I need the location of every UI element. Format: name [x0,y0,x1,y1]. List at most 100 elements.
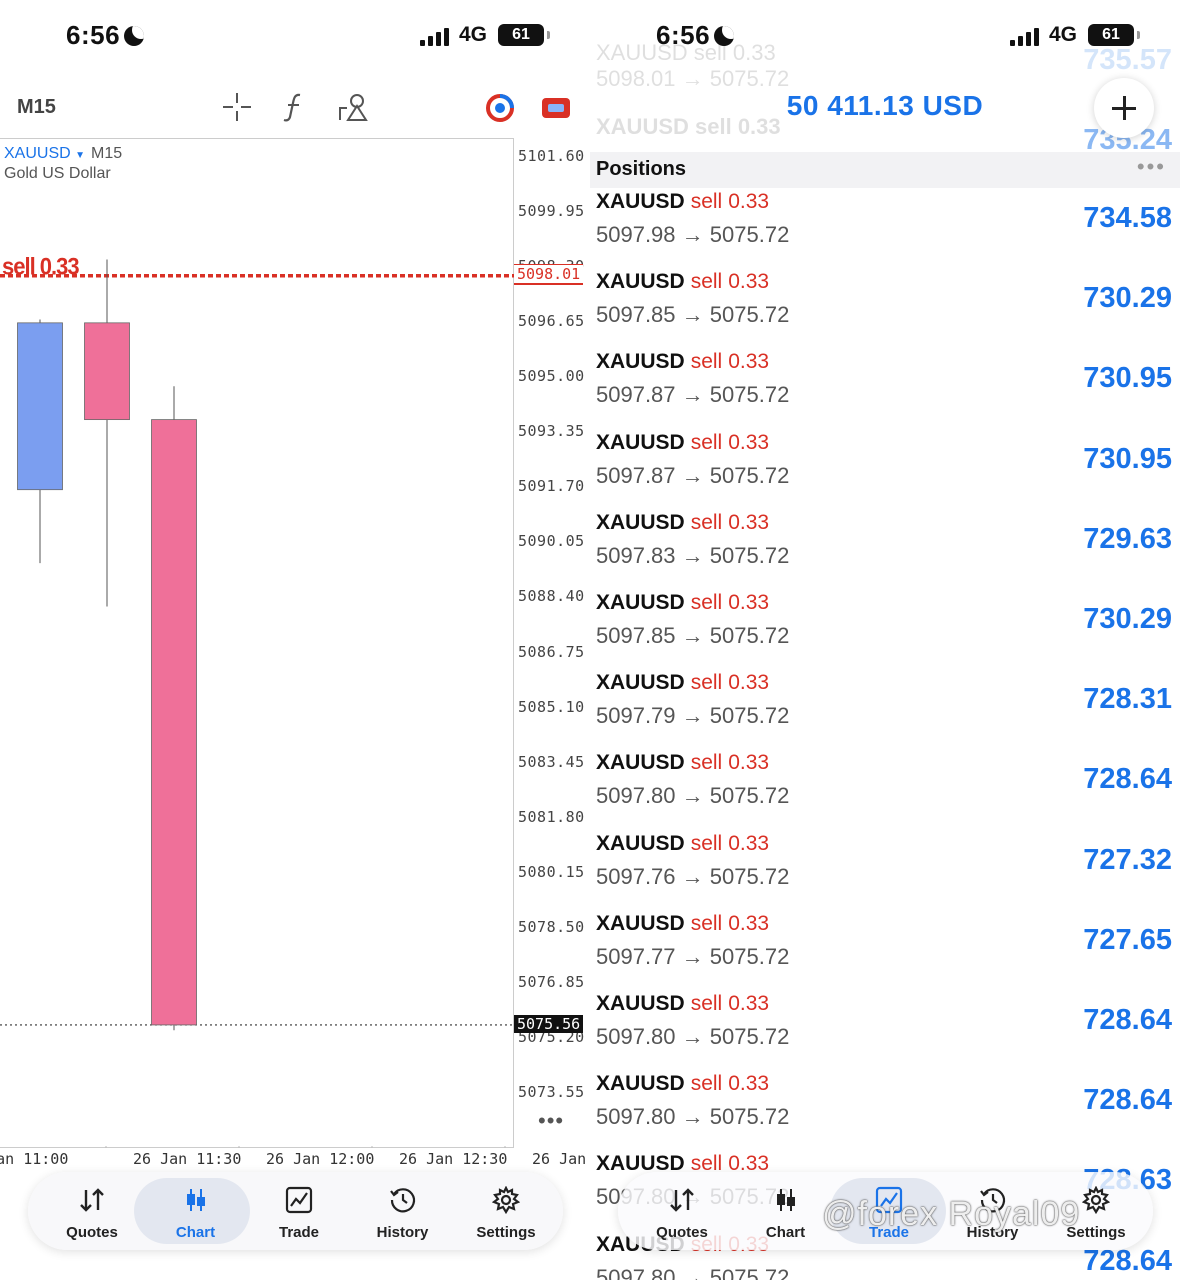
position-current-price: 5075.72 [709,1264,790,1280]
current-price-label: 5075.56 [514,1014,584,1033]
position-current-price: 5075.72 [709,863,790,889]
positions-more-button[interactable]: ••• [1137,154,1166,180]
position-side: sell [690,270,723,294]
nav-chart[interactable]: Chart [146,1172,246,1250]
position-profit: 730.95 [1083,362,1172,395]
position-row[interactable]: XAUUSDsell0.33 5097.80 → 5075.72 728.64 [590,992,1180,1072]
position-title: XAUUSDsell0.33 [596,190,769,214]
position-row[interactable]: XAUUSD sell 0.33 5097.87 → 5075.72 730.95 [590,350,1180,430]
position-prices: 5097.98 → 5075.72 [596,222,789,248]
position-open-price: 5097.79 [596,703,676,729]
nav-label: Trade [278,1224,320,1241]
order-line-label[interactable]: sell 0.33 [2,252,80,281]
y-tick-label: 5088.40 [518,587,585,606]
nav-trade[interactable]: Trade [249,1172,349,1250]
history-clock-icon [389,1186,417,1214]
position-title: XAUUSDsell0.33 [596,751,769,775]
position-row[interactable]: XAUUSD sell 0.33 5097.77 → 5075.72 727.65 [590,912,1180,992]
arrow-right-icon: → [681,542,704,568]
position-title: XAUUSDsell0.33 [596,511,769,535]
position-current-price: 5075.72 [709,302,790,328]
gear-icon [491,1185,521,1215]
nav-quotes[interactable]: Quotes [42,1172,142,1250]
position-current-price: 5075.72 [709,943,790,969]
position-title: XAUUSDsell0.33 [596,270,769,294]
position-profit: 730.29 [1083,282,1172,315]
position-side: sell [690,1072,723,1096]
position-title: XAUUSDsell0.33 [596,350,769,374]
position-prices: 5097.77 → 5075.72 [596,944,789,970]
arrow-right-icon: → [681,863,704,889]
position-side: sell [690,430,723,454]
nav-quotes[interactable]: Quotes [632,1172,732,1250]
position-row[interactable]: XAUUSD sell 0.33 5097.85 → 5075.72 730.29 [590,270,1180,350]
bottom-nav: Quotes Chart Trade History Settings [28,1172,563,1250]
arrow-right-icon: → [681,703,704,729]
position-side: sell [690,190,723,213]
y-tick-label: 5085.10 [518,697,585,716]
position-symbol: XAUUSD [596,1072,685,1096]
position-row[interactable]: XAUUSDsell0.33 5097.80 → 5075.72 728.64 [590,1072,1180,1152]
position-symbol: XAUUSD [596,430,685,454]
positions-title: Positions [596,158,687,180]
position-open-price: 5097.85 [596,623,676,648]
position-prices: 5097.76 → 5075.72 [596,864,789,890]
position-volume: 0.33 [728,190,770,213]
position-current-price: 5075.72 [709,1024,790,1049]
position-title: XAUUSDsell0.33 [596,431,769,455]
position-volume: 0.33 [728,992,770,1015]
position-profit: 734.58 [1083,202,1172,234]
arrow-right-icon: → [681,623,704,648]
candlestick-plot [0,259,514,1148]
x-tick-label: 26 Jan 12:30 [399,1150,508,1168]
status-bar: 6:56 4G 61 [590,18,1180,54]
arrow-right-icon: → [681,222,704,247]
y-tick-label: 5078.50 [518,917,585,936]
position-row[interactable]: XAUUSD sell 0.33 5097.87 → 5075.72 730.95 [590,431,1180,511]
nav-chart[interactable]: Chart [736,1172,836,1250]
chart-screen: 6:56 4G 61 M15 XAUUSD ▼ M15 Gold US Dolla [0,0,590,1280]
nav-settings[interactable]: Settings [456,1172,556,1250]
x-tick-label: 26 Jan 12:00 [266,1150,375,1168]
position-open-price: 5097.83 [596,542,676,568]
position-side: sell [690,992,723,1015]
nav-label: History [376,1224,429,1241]
gear-icon [1081,1185,1111,1215]
bear-candle [84,322,130,421]
position-side: sell [690,751,723,775]
position-prices: 5097.79 → 5075.72 [596,703,789,729]
position-profit: 728.31 [1083,683,1172,716]
position-row[interactable]: XAUUSD sell 0.33 5097.98 → 5075.72 734.58 [590,190,1180,270]
position-side: sell [690,510,723,534]
ghost-row-text: 5098.01 → 5075.72 [596,66,790,91]
position-current-price: 5075.72 [709,382,790,408]
new-order-icon[interactable] [540,94,572,122]
position-row[interactable]: XAUUSD sell 0.33 5097.76 → 5075.72 727.32 [590,832,1180,912]
nav-history[interactable]: History [353,1172,453,1250]
position-prices: 5097.87 → 5075.72 [596,463,789,489]
nav-label: Quotes [66,1224,118,1241]
arrow-right-icon: → [681,783,704,809]
position-open-price: 5097.87 [596,382,676,408]
position-title: XAUUSDsell0.33 [596,992,769,1016]
position-side: sell [690,591,723,614]
position-row[interactable]: XAUUSD sell 0.33 5097.83 → 5075.72 729.63 [590,511,1180,591]
x-tick-label: 26 Jan 11:30 [133,1150,242,1168]
position-prices: 5097.80 → 5075.72 [596,1104,789,1130]
position-profit: 728.64 [1083,1084,1172,1117]
position-title: XAUUSDsell0.33 [596,591,769,615]
position-volume: 0.33 [728,1072,770,1096]
position-row[interactable]: XAUUSD sell 0.33 5097.79 → 5075.72 728.31 [590,671,1180,751]
position-row[interactable]: XAUUSDsell0.33 5097.80 → 5075.72 728.64 [590,751,1180,831]
position-open-price: 5097.77 [596,943,676,969]
position-open-price: 5097.76 [596,863,676,889]
position-row[interactable]: XAUUSD sell 0.33 5097.85 → 5075.72 730.29 [590,591,1180,671]
position-title: XAUUSDsell0.33 [596,912,769,936]
position-volume: 0.33 [728,430,770,454]
chart-more-button[interactable]: ••• [538,1108,564,1134]
y-tick-label: 5099.95 [518,202,585,221]
quotes-arrows-icon [78,1186,106,1214]
position-open-price: 5097.80 [596,783,676,809]
new-order-button[interactable] [1094,78,1154,138]
arrow-right-icon: → [681,1104,704,1130]
